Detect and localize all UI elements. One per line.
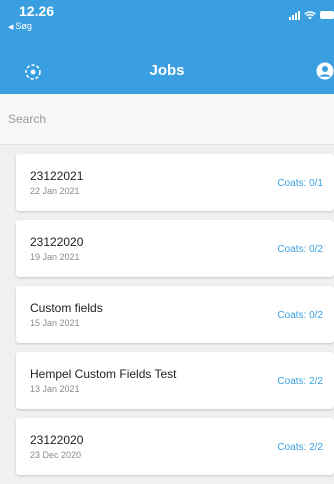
job-date: 15 Jan 2021 (30, 318, 80, 328)
job-card[interactable]: 23122021 22 Jan 2021 Coats: 0/1 (16, 154, 334, 211)
job-list: 23122021 22 Jan 2021 Coats: 0/1 23122020… (16, 154, 334, 484)
job-card[interactable]: Custom fields 15 Jan 2021 Coats: 0/2 (16, 286, 334, 343)
job-coats: Coats: 0/2 (277, 310, 323, 321)
profile-icon[interactable] (316, 62, 334, 80)
back-arrow-icon: ◀ (8, 24, 14, 31)
job-name: 23122020 (30, 235, 84, 249)
job-coats: Coats: 0/2 (277, 244, 323, 255)
wifi-icon (304, 11, 316, 20)
job-date: 13 Jan 2021 (30, 384, 80, 394)
job-name: 23122020 (30, 433, 84, 447)
job-coats: Coats: 2/2 (277, 442, 323, 453)
job-name: Custom fields (30, 301, 103, 315)
back-label: Søg (15, 21, 32, 31)
battery-icon (320, 11, 334, 19)
job-card[interactable]: 23122020 23 Dec 2020 Coats: 2/2 (16, 418, 334, 475)
job-coats: Coats: 2/2 (277, 376, 323, 387)
job-name: Hempel Custom Fields Test (30, 367, 177, 381)
job-coats: Coats: 0/1 (277, 178, 323, 189)
search-input[interactable] (0, 94, 334, 144)
job-date: 23 Dec 2020 (30, 450, 82, 460)
job-card[interactable]: Hempel Custom Fields Test 13 Jan 2021 Co… (16, 352, 334, 409)
job-date: 19 Jan 2021 (30, 252, 80, 262)
back-to-search-link[interactable]: ◀ Søg (8, 21, 32, 31)
app-header: 12.26 ◀ Søg Jobs (0, 0, 334, 94)
search-bar (0, 94, 334, 145)
signal-icon (289, 10, 300, 20)
job-name: 23122021 (30, 169, 84, 183)
status-icons (289, 9, 334, 21)
job-card[interactable]: 23122020 19 Jan 2021 Coats: 0/2 (16, 220, 334, 277)
page-title: Jobs (149, 62, 185, 79)
nav-bar: Jobs (0, 60, 334, 86)
target-icon[interactable] (24, 63, 42, 81)
job-date: 22 Jan 2021 (30, 186, 80, 196)
status-time: 12.26 (19, 3, 55, 19)
